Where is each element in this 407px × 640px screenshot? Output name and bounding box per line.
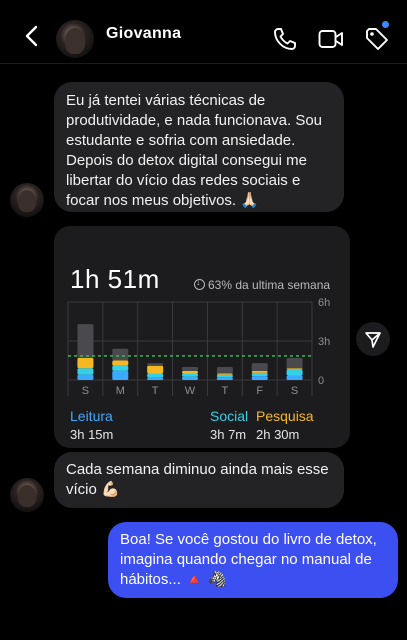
bar-segment bbox=[77, 357, 94, 369]
bar-segment bbox=[182, 376, 198, 380]
x-tick-label: S bbox=[82, 385, 89, 397]
bar-segment bbox=[147, 365, 164, 374]
legend-leitura-value: 3h 15m bbox=[70, 427, 114, 442]
back-icon[interactable] bbox=[22, 24, 42, 48]
bar-segment bbox=[147, 377, 164, 380]
bar-segment bbox=[77, 324, 94, 358]
bar-segment bbox=[286, 368, 303, 370]
screen-time-card[interactable]: 1h 51m 63% da ultima semana 6h3h0SMTWTFS… bbox=[54, 226, 350, 448]
phone-icon[interactable] bbox=[272, 26, 298, 52]
bar-segment bbox=[182, 370, 198, 374]
bar-segment bbox=[216, 374, 233, 378]
bar-segment bbox=[286, 369, 303, 376]
video-call-icon[interactable] bbox=[318, 26, 344, 52]
x-tick-label: T bbox=[221, 385, 228, 397]
sender-avatar bbox=[10, 183, 44, 217]
x-tick-label: W bbox=[185, 385, 196, 397]
bar-segment bbox=[216, 367, 233, 374]
legend-pesquisa: Pesquisa bbox=[256, 408, 314, 424]
bar-segment bbox=[182, 367, 198, 371]
bar-segment bbox=[251, 376, 268, 380]
legend-social: Social bbox=[210, 408, 249, 424]
message-bubble-sent[interactable]: Boa! Se você gostou do livro de detox, i… bbox=[108, 522, 398, 598]
bar-segment bbox=[147, 363, 164, 366]
contact-name[interactable]: Giovanna bbox=[106, 25, 181, 43]
x-tick-label: F bbox=[256, 385, 263, 397]
legend-leitura: Leitura bbox=[70, 408, 113, 424]
bar-segment bbox=[216, 373, 233, 375]
legend-social-value: 3h 7m bbox=[210, 427, 247, 442]
y-tick-label: 3h bbox=[318, 336, 330, 348]
bar-segment bbox=[112, 365, 129, 371]
bar-segment bbox=[286, 357, 303, 369]
bar-segment bbox=[77, 368, 94, 375]
message-bubble-received[interactable]: Cada semana diminuo ainda mais esse víci… bbox=[54, 452, 344, 508]
x-tick-label: M bbox=[116, 385, 125, 397]
bar-segment bbox=[77, 374, 94, 380]
x-tick-label: T bbox=[152, 385, 159, 397]
legend-pesquisa-value: 2h 30m bbox=[256, 427, 300, 442]
contact-avatar[interactable] bbox=[56, 20, 94, 58]
bar-segment bbox=[182, 373, 198, 377]
message-bubble-received[interactable]: Eu já tentei várias técnicas de produtiv… bbox=[54, 82, 344, 212]
bar-segment bbox=[216, 377, 233, 380]
bar-segment bbox=[251, 370, 268, 373]
x-tick-label: S bbox=[291, 385, 298, 397]
bar-segment bbox=[112, 370, 129, 380]
send-icon bbox=[365, 332, 381, 348]
y-tick-label: 6h bbox=[318, 297, 330, 309]
bar-segment bbox=[251, 363, 268, 371]
share-button[interactable] bbox=[356, 322, 390, 356]
bar-segment bbox=[251, 372, 268, 377]
chat-header: Giovanna bbox=[0, 0, 407, 64]
bar-segment bbox=[112, 348, 129, 361]
bar-segment bbox=[286, 375, 303, 380]
y-tick-label: 0 bbox=[318, 375, 324, 387]
bar-segment bbox=[112, 360, 129, 366]
sender-avatar bbox=[10, 478, 44, 512]
bar-segment bbox=[147, 373, 164, 378]
tag-icon[interactable] bbox=[364, 26, 390, 52]
notification-dot bbox=[382, 21, 389, 28]
